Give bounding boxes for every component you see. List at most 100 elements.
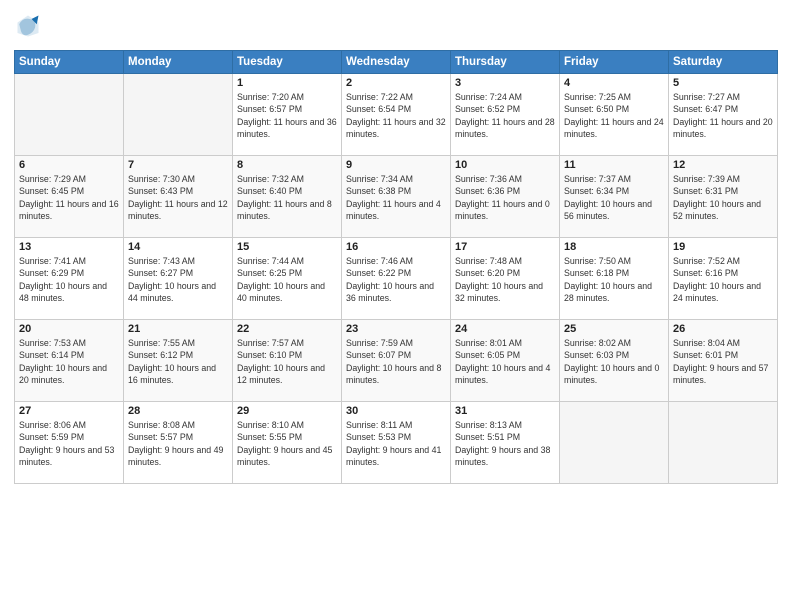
calendar-day-cell: 15Sunrise: 7:44 AMSunset: 6:25 PMDayligh… [233, 238, 342, 320]
day-number: 13 [19, 241, 119, 253]
day-of-week-header: Wednesday [342, 51, 451, 74]
day-number: 14 [128, 241, 228, 253]
day-info: Sunrise: 7:32 AMSunset: 6:40 PMDaylight:… [237, 173, 337, 222]
day-number: 30 [346, 405, 446, 417]
day-number: 21 [128, 323, 228, 335]
day-info: Sunrise: 7:30 AMSunset: 6:43 PMDaylight:… [128, 173, 228, 222]
day-info: Sunrise: 7:43 AMSunset: 6:27 PMDaylight:… [128, 255, 228, 304]
day-number: 27 [19, 405, 119, 417]
calendar-week-row: 13 Sunrise: 7:41 AMSunset: 6:29 PMDayligh… [15, 238, 778, 320]
calendar-day-cell: 4 Sunrise: 7:25 AMSunset: 6:50 PMDaylight… [560, 74, 669, 156]
day-info: Sunrise: 8:10 AMSunset: 5:55 PMDaylight:… [237, 419, 337, 468]
day-info: Sunrise: 7:20 AMSunset: 6:57 PMDaylight:… [237, 91, 337, 140]
calendar-day-cell: 5 Sunrise: 7:27 AMSunset: 6:47 PMDaylight… [669, 74, 778, 156]
calendar-day-cell: 18 Sunrise: 7:50 AMSunset: 6:18 PMDayligh… [560, 238, 669, 320]
calendar-day-cell: 29 Sunrise: 8:10 AMSunset: 5:55 PMDayligh… [233, 402, 342, 484]
day-info: Sunrise: 7:41 AMSunset: 6:29 PMDaylight:… [19, 255, 119, 304]
calendar-day-cell: 8 Sunrise: 7:32 AMSunset: 6:40 PMDaylight… [233, 156, 342, 238]
logo [14, 12, 46, 40]
day-info: Sunrise: 7:37 AMSunset: 6:34 PMDaylight:… [564, 173, 664, 222]
day-info: Sunrise: 8:08 AMSunset: 5:57 PMDaylight:… [128, 419, 228, 468]
day-number: 31 [455, 405, 555, 417]
calendar-week-row: 27 Sunrise: 8:06 AMSunset: 5:59 PMDayligh… [15, 402, 778, 484]
day-info: Sunrise: 7:22 AMSunset: 6:54 PMDaylight:… [346, 91, 446, 140]
day-info: Sunrise: 7:55 AMSunset: 6:12 PMDaylight:… [128, 337, 228, 386]
calendar-day-cell: 24 Sunrise: 8:01 AMSunset: 6:05 PMDayligh… [451, 320, 560, 402]
day-of-week-header: Thursday [451, 51, 560, 74]
day-number: 5 [673, 77, 773, 89]
day-info: Sunrise: 7:52 AMSunset: 6:16 PMDaylight:… [673, 255, 773, 304]
day-number: 4 [564, 77, 664, 89]
calendar-header-row: SundayMondayTuesdayWednesdayThursdayFrid… [15, 51, 778, 74]
day-number: 24 [455, 323, 555, 335]
day-number: 26 [673, 323, 773, 335]
calendar-week-row: 6 Sunrise: 7:29 AMSunset: 6:45 PMDaylight… [15, 156, 778, 238]
day-info: Sunrise: 7:25 AMSunset: 6:50 PMDaylight:… [564, 91, 664, 140]
calendar-day-cell: 23Sunrise: 7:59 AMSunset: 6:07 PMDayligh… [342, 320, 451, 402]
calendar-day-cell: 3Sunrise: 7:24 AMSunset: 6:52 PMDaylight… [451, 74, 560, 156]
calendar-day-cell: 20Sunrise: 7:53 AMSunset: 6:14 PMDayligh… [15, 320, 124, 402]
day-of-week-header: Sunday [15, 51, 124, 74]
day-number: 7 [128, 159, 228, 171]
day-number: 10 [455, 159, 555, 171]
calendar-day-cell: 30 Sunrise: 8:11 AMSunset: 5:53 PMDayligh… [342, 402, 451, 484]
day-number: 25 [564, 323, 664, 335]
calendar-day-cell: 21 Sunrise: 7:55 AMSunset: 6:12 PMDayligh… [124, 320, 233, 402]
calendar-day-cell: 25 Sunrise: 8:02 AMSunset: 6:03 PMDayligh… [560, 320, 669, 402]
day-number: 16 [346, 241, 446, 253]
calendar-day-cell: 9 Sunrise: 7:34 AMSunset: 6:38 PMDaylight… [342, 156, 451, 238]
day-number: 8 [237, 159, 337, 171]
day-info: Sunrise: 8:02 AMSunset: 6:03 PMDaylight:… [564, 337, 664, 386]
day-number: 18 [564, 241, 664, 253]
calendar-day-cell [15, 74, 124, 156]
calendar-day-cell: 16 Sunrise: 7:46 AMSunset: 6:22 PMDayligh… [342, 238, 451, 320]
day-number: 9 [346, 159, 446, 171]
calendar-week-row: 1Sunrise: 7:20 AMSunset: 6:57 PMDaylight… [15, 74, 778, 156]
day-info: Sunrise: 8:04 AMSunset: 6:01 PMDaylight:… [673, 337, 773, 386]
calendar-day-cell: 6 Sunrise: 7:29 AMSunset: 6:45 PMDaylight… [15, 156, 124, 238]
day-number: 17 [455, 241, 555, 253]
logo-icon [14, 12, 42, 40]
day-info: Sunrise: 7:53 AMSunset: 6:14 PMDaylight:… [19, 337, 119, 386]
day-info: Sunrise: 7:50 AMSunset: 6:18 PMDaylight:… [564, 255, 664, 304]
day-info: Sunrise: 8:11 AMSunset: 5:53 PMDaylight:… [346, 419, 446, 468]
day-number: 15 [237, 241, 337, 253]
day-number: 23 [346, 323, 446, 335]
day-info: Sunrise: 7:29 AMSunset: 6:45 PMDaylight:… [19, 173, 119, 222]
calendar-day-cell: 19 Sunrise: 7:52 AMSunset: 6:16 PMDayligh… [669, 238, 778, 320]
day-info: Sunrise: 8:13 AMSunset: 5:51 PMDaylight:… [455, 419, 555, 468]
calendar-week-row: 20Sunrise: 7:53 AMSunset: 6:14 PMDayligh… [15, 320, 778, 402]
calendar-day-cell [560, 402, 669, 484]
day-info: Sunrise: 7:34 AMSunset: 6:38 PMDaylight:… [346, 173, 446, 222]
day-info: Sunrise: 7:57 AMSunset: 6:10 PMDaylight:… [237, 337, 337, 386]
day-number: 6 [19, 159, 119, 171]
day-number: 19 [673, 241, 773, 253]
day-info: Sunrise: 8:01 AMSunset: 6:05 PMDaylight:… [455, 337, 555, 386]
calendar-day-cell [124, 74, 233, 156]
day-number: 12 [673, 159, 773, 171]
day-number: 28 [128, 405, 228, 417]
calendar-day-cell: 12 Sunrise: 7:39 AMSunset: 6:31 PMDayligh… [669, 156, 778, 238]
day-info: Sunrise: 8:06 AMSunset: 5:59 PMDaylight:… [19, 419, 119, 468]
day-info: Sunrise: 7:46 AMSunset: 6:22 PMDaylight:… [346, 255, 446, 304]
day-number: 11 [564, 159, 664, 171]
day-number: 22 [237, 323, 337, 335]
calendar-day-cell: 2Sunrise: 7:22 AMSunset: 6:54 PMDaylight… [342, 74, 451, 156]
calendar-day-cell: 10Sunrise: 7:36 AMSunset: 6:36 PMDayligh… [451, 156, 560, 238]
calendar-day-cell: 22 Sunrise: 7:57 AMSunset: 6:10 PMDayligh… [233, 320, 342, 402]
calendar-day-cell: 7 Sunrise: 7:30 AMSunset: 6:43 PMDaylight… [124, 156, 233, 238]
page-header [14, 12, 778, 40]
day-info: Sunrise: 7:27 AMSunset: 6:47 PMDaylight:… [673, 91, 773, 140]
day-number: 3 [455, 77, 555, 89]
calendar-day-cell: 31 Sunrise: 8:13 AMSunset: 5:51 PMDayligh… [451, 402, 560, 484]
day-number: 29 [237, 405, 337, 417]
day-info: Sunrise: 7:39 AMSunset: 6:31 PMDaylight:… [673, 173, 773, 222]
calendar-day-cell: 13 Sunrise: 7:41 AMSunset: 6:29 PMDayligh… [15, 238, 124, 320]
calendar-day-cell [669, 402, 778, 484]
calendar-day-cell: 28 Sunrise: 8:08 AMSunset: 5:57 PMDayligh… [124, 402, 233, 484]
calendar-day-cell: 17 Sunrise: 7:48 AMSunset: 6:20 PMDayligh… [451, 238, 560, 320]
calendar-table: SundayMondayTuesdayWednesdayThursdayFrid… [14, 50, 778, 484]
calendar-day-cell: 14 Sunrise: 7:43 AMSunset: 6:27 PMDayligh… [124, 238, 233, 320]
calendar-day-cell: 26 Sunrise: 8:04 AMSunset: 6:01 PMDayligh… [669, 320, 778, 402]
day-info: Sunrise: 7:48 AMSunset: 6:20 PMDaylight:… [455, 255, 555, 304]
